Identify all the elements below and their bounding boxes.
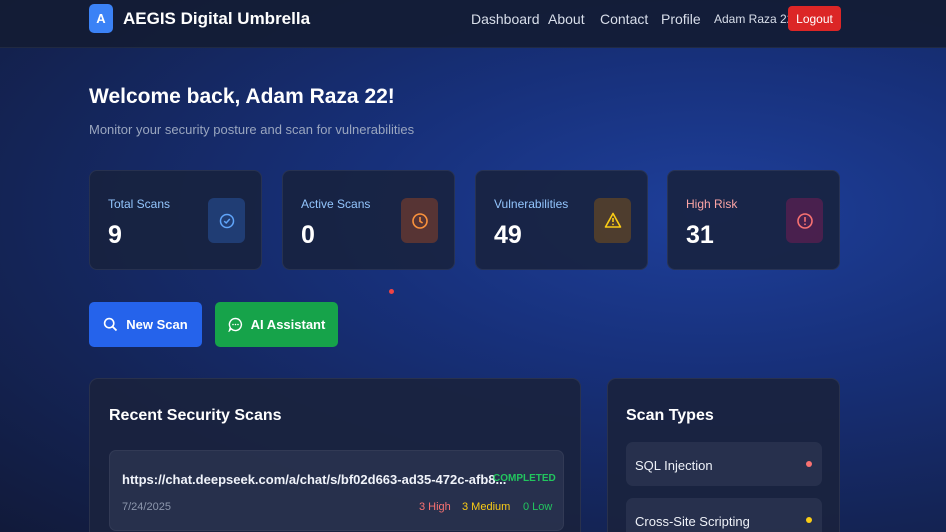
scan-list-item[interactable]: https://chat.deepseek.com/a/chat/s/bf02d… <box>109 450 564 531</box>
status-dot <box>806 461 812 467</box>
stat-label: Active Scans <box>301 197 371 211</box>
stat-value: 49 <box>494 221 522 249</box>
stat-label: High Risk <box>686 197 738 211</box>
search-icon <box>104 317 118 332</box>
clock-icon <box>401 198 438 243</box>
stat-card-vulnerabilities: Vulnerabilities 49 <box>475 170 648 270</box>
indicator-dot <box>389 289 394 294</box>
scan-type-xss[interactable]: Cross-Site Scripting <box>626 498 822 532</box>
scan-url: https://chat.deepseek.com/a/chat/s/bf02d… <box>122 472 507 487</box>
stat-value: 0 <box>301 221 315 249</box>
shield-check-icon <box>208 198 245 243</box>
ai-assistant-button[interactable]: AI Assistant <box>215 302 338 347</box>
stat-value: 31 <box>686 221 714 249</box>
recent-scans-title: Recent Security Scans <box>109 407 282 424</box>
stat-card-active-scans: Active Scans 0 <box>282 170 455 270</box>
top-navbar: A AEGIS Digital Umbrella Dashboard About… <box>0 0 946 48</box>
new-scan-button[interactable]: New Scan <box>89 302 202 347</box>
scan-type-label: SQL Injection <box>635 458 713 473</box>
severity-low: 0 Low <box>523 501 553 513</box>
nav-about[interactable]: About <box>548 11 585 27</box>
status-dot <box>806 517 812 523</box>
logo-icon[interactable]: A <box>89 4 113 33</box>
chat-bubble-icon <box>228 317 242 332</box>
ai-assistant-label: AI Assistant <box>250 317 326 332</box>
recent-scans-panel: Recent Security Scans https://chat.deeps… <box>89 378 581 532</box>
stat-label: Vulnerabilities <box>494 197 569 211</box>
nav-profile[interactable]: Profile <box>661 11 701 27</box>
stat-card-high-risk: High Risk 31 <box>667 170 840 270</box>
severity-medium: 3 Medium <box>462 501 511 513</box>
user-name: Adam Raza 22 <box>714 12 794 26</box>
alert-circle-icon <box>786 198 823 243</box>
stat-label: Total Scans <box>108 197 171 211</box>
scan-type-sql-injection[interactable]: SQL Injection <box>626 442 822 486</box>
logout-button[interactable]: Logout <box>788 6 841 31</box>
scan-types-title: Scan Types <box>626 407 714 424</box>
new-scan-label: New Scan <box>126 317 188 332</box>
stat-card-total-scans: Total Scans 9 <box>89 170 262 270</box>
page-title: Welcome back, Adam Raza 22! <box>89 85 395 108</box>
status-badge: COMPLETED <box>493 473 556 484</box>
page-subtitle: Monitor your security posture and scan f… <box>89 122 415 137</box>
scan-types-panel: Scan Types SQL Injection Cross-Site Scri… <box>607 378 840 532</box>
stat-value: 9 <box>108 221 122 249</box>
warning-icon <box>594 198 631 243</box>
scan-type-label: Cross-Site Scripting <box>635 514 750 529</box>
nav-dashboard[interactable]: Dashboard <box>471 11 540 27</box>
brand-name[interactable]: AEGIS Digital Umbrella <box>123 9 310 29</box>
nav-contact[interactable]: Contact <box>600 11 648 27</box>
severity-high: 3 High <box>419 501 451 513</box>
scan-date: 7/24/2025 <box>122 501 171 513</box>
